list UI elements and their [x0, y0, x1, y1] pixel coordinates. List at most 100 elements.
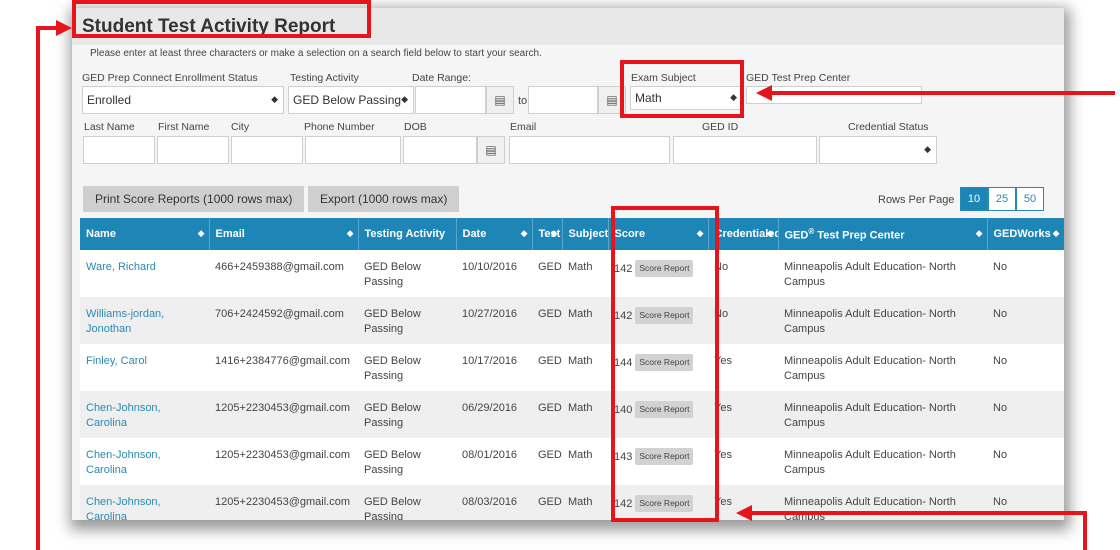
col-header-test[interactable]: Test ◆ — [532, 218, 563, 250]
report-window: Student Test Activity Report Please ente… — [72, 8, 1064, 520]
col-header-testing-activity[interactable]: Testing Activity — [358, 218, 457, 250]
first-name-label: First Name — [158, 121, 210, 133]
enrollment-status-label: GED Prep Connect Enrollment Status — [82, 72, 258, 84]
col-header-email[interactable]: Email ◆ — [209, 218, 359, 250]
cell-name-text[interactable]: Chen-Johnson, Carolina — [86, 496, 161, 520]
title-highlight-box — [72, 0, 371, 38]
col-header-date[interactable]: Date ◆ — [456, 218, 533, 250]
enrollment-status-select[interactable]: Enrolled ◆ — [82, 86, 284, 114]
select-caret-icon: ◆ — [401, 94, 408, 104]
phone-number-input[interactable] — [305, 136, 401, 164]
rows-per-page-10[interactable]: 10 — [960, 187, 988, 211]
cell-name-text[interactable]: Williams-jordan, Jonothan — [86, 308, 164, 335]
cell-name: Chen-Johnson, Carolina — [80, 391, 209, 438]
cell-name-text[interactable]: Finley, Carol — [86, 355, 147, 367]
cell-name-text[interactable]: Chen-Johnson, Carolina — [86, 449, 161, 476]
cell-testing-activity: GED Below Passing — [358, 391, 456, 438]
print-score-reports-button[interactable]: Print Score Reports (1000 rows max) — [83, 186, 305, 212]
cell-subject: Math — [562, 250, 608, 297]
cell-email: 1205+2230453@gmail.com — [209, 485, 358, 520]
sort-icon: ◆ — [766, 228, 774, 238]
date-from-input[interactable] — [415, 86, 486, 114]
cell-test: GED — [532, 344, 562, 391]
col-header-subject[interactable]: Subject — [562, 218, 609, 250]
results-table: Name ◆ Email ◆ Testing Activity Date ◆ Test… — [80, 218, 1064, 520]
annotation-arrow-exam-subject — [756, 85, 772, 101]
rows-per-page-25[interactable]: 25 — [988, 187, 1016, 211]
credential-status-label: Credential Status — [848, 121, 929, 133]
cell-test: GED — [532, 485, 562, 520]
annotation-line-score — [750, 511, 1087, 515]
cell-email-text: 1205+2230453@gmail.com — [215, 449, 351, 461]
cell-gedworks: No — [987, 250, 1064, 297]
cell-test: GED — [532, 250, 562, 297]
cell-test-prep-center: Minneapolis Adult Education- North Campu… — [778, 250, 987, 297]
dob-input[interactable] — [403, 136, 477, 164]
enrollment-status-value: Enrolled — [87, 93, 132, 107]
cell-gedworks-text: No — [993, 308, 1008, 320]
cell-testing-activity-text: GED Below Passing — [364, 261, 421, 288]
cell-testing-activity: GED Below Passing — [358, 297, 456, 344]
cell-name: Williams-jordan, Jonothan — [80, 297, 209, 344]
cell-test-prep-center: Minneapolis Adult Education- North Campu… — [778, 391, 987, 438]
email-input[interactable] — [509, 136, 670, 164]
ged-id-label: GED ID — [702, 121, 739, 133]
table-row: Finley, Carol 1416+2384776@gmail.com GED B… — [80, 344, 1064, 391]
table-row: Williams-jordan, Jonothan 706+2424592@gma… — [80, 297, 1064, 344]
testing-activity-select[interactable]: GED Below Passing ◆ — [288, 86, 414, 114]
cell-subject: Math — [562, 485, 608, 520]
cell-gedworks-text: No — [993, 261, 1008, 273]
exam-subject-highlight-box — [620, 60, 744, 118]
cell-test-prep-center-text: Minneapolis Adult Education- North Campu… — [784, 355, 956, 382]
cell-test-prep-center-text: Minneapolis Adult Education- North Campu… — [784, 496, 956, 520]
cell-gedworks: No — [987, 297, 1064, 344]
date-to-text: to — [518, 95, 528, 107]
cell-test-text: GED — [538, 261, 562, 273]
sort-icon: ◆ — [520, 228, 528, 238]
phone-number-label: Phone Number — [304, 121, 375, 133]
cell-name-text[interactable]: Ware, Richard — [86, 261, 156, 273]
cell-email-text: 1205+2230453@gmail.com — [215, 496, 351, 508]
cell-test-text: GED — [538, 308, 562, 320]
export-button[interactable]: Export (1000 rows max) — [308, 186, 460, 212]
cell-subject-text: Math — [568, 261, 593, 273]
credential-status-select[interactable]: ◆ — [819, 136, 937, 164]
cell-name-text[interactable]: Chen-Johnson, Carolina — [86, 402, 161, 429]
col-header-label: GEDWorks — [993, 228, 1051, 240]
cell-testing-activity-text: GED Below Passing — [364, 449, 421, 476]
cell-date-text: 10/17/2016 — [462, 355, 518, 367]
col-header-name[interactable]: Name ◆ — [80, 218, 210, 250]
cell-gedworks: No — [987, 391, 1064, 438]
cell-gedworks-text: No — [993, 496, 1008, 508]
cell-testing-activity: GED Below Passing — [358, 344, 456, 391]
cell-test-prep-center: Minneapolis Adult Education- North Campu… — [778, 438, 987, 485]
cell-email-text: 466+2459388@gmail.com — [215, 261, 344, 273]
city-input[interactable] — [231, 136, 303, 164]
first-name-input[interactable] — [157, 136, 229, 164]
col-header-gedworks[interactable]: GEDWorks ◆ — [987, 218, 1064, 250]
rows-per-page-50[interactable]: 50 — [1016, 187, 1044, 211]
sort-icon: ◆ — [550, 228, 558, 238]
last-name-input[interactable] — [83, 136, 155, 164]
col-header-test-prep-center[interactable]: GED® Test Prep Center ◆ — [778, 218, 988, 250]
cell-subject-text: Math — [568, 308, 593, 320]
annotation-line-left — [36, 26, 40, 550]
ged-id-input[interactable] — [673, 136, 817, 164]
testing-activity-label: Testing Activity — [290, 72, 359, 84]
col-header-label: Testing Activity — [364, 228, 446, 240]
cell-test-text: GED — [538, 496, 562, 508]
calendar-icon[interactable]: ▤ — [486, 86, 514, 114]
sort-icon: ◆ — [975, 228, 983, 238]
cell-name: Chen-Johnson, Carolina — [80, 438, 209, 485]
cell-test-text: GED — [538, 355, 562, 367]
cell-test-prep-center: Minneapolis Adult Education- North Campu… — [778, 297, 987, 344]
col-header-label-suffix: Test Prep Center — [814, 229, 905, 242]
calendar-icon[interactable]: ▤ — [477, 136, 505, 164]
cell-date-text: 08/01/2016 — [462, 449, 518, 461]
test-prep-center-input[interactable] — [746, 86, 922, 104]
cell-subject: Math — [562, 344, 608, 391]
annotation-line-exam-subject — [770, 91, 1115, 95]
select-caret-icon: ◆ — [924, 144, 931, 154]
date-to-input[interactable] — [528, 86, 598, 114]
cell-email-text: 1416+2384776@gmail.com — [215, 355, 351, 367]
